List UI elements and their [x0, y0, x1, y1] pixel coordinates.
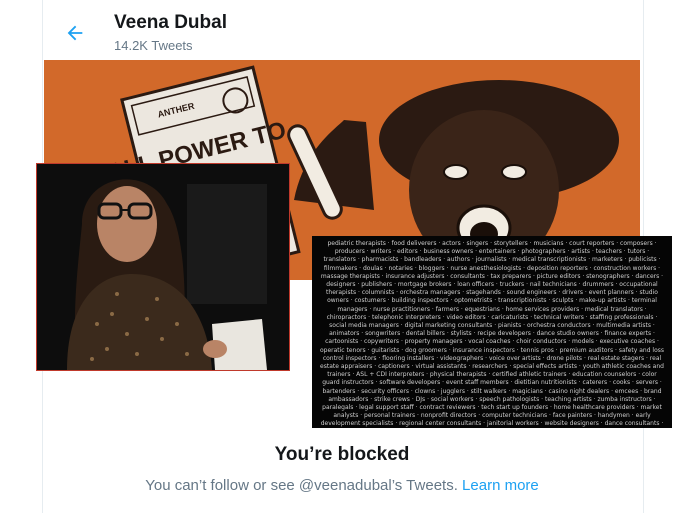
- learn-more-link[interactable]: Learn more: [462, 477, 539, 494]
- blocked-message: You can’t follow or see @veenadubal’s Tw…: [145, 477, 458, 494]
- profile-name: Veena Dubal: [114, 12, 227, 33]
- occupations-word-cloud: pediatric therapists · food deliverers ·…: [312, 236, 672, 428]
- blocked-message-row: You can’t follow or see @veenadubal’s Tw…: [42, 477, 642, 494]
- arrow-left-icon[interactable]: [64, 22, 86, 44]
- speaker-photo: [36, 163, 290, 371]
- tweet-count: 14.2K Tweets: [114, 38, 193, 53]
- blocked-title: You’re blocked: [274, 444, 410, 465]
